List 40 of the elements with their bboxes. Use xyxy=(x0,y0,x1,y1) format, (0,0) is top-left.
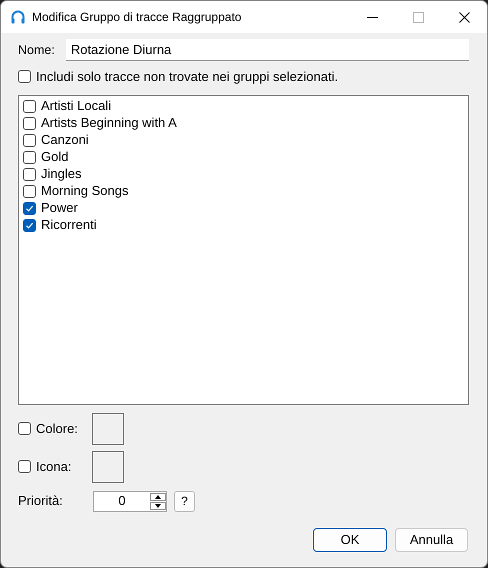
name-field[interactable]: Rotazione Diurna xyxy=(66,39,469,61)
icon-swatch[interactable] xyxy=(92,450,124,482)
close-icon xyxy=(458,12,470,22)
checkbox[interactable] xyxy=(18,70,31,84)
checkbox[interactable] xyxy=(23,150,36,164)
option-label: Colore: xyxy=(36,420,78,438)
list-item-label: Morning Songs xyxy=(41,182,128,200)
option-label: Icona: xyxy=(36,458,72,476)
option-label: Includi solo tracce non trovate nei gruppi selezionati. xyxy=(36,68,338,86)
checkbox[interactable] xyxy=(23,134,36,146)
checkbox[interactable] xyxy=(23,168,36,180)
list-item-label: Artists Beginning with A xyxy=(41,114,177,132)
checkbox[interactable] xyxy=(23,202,36,214)
list-item-label: Power xyxy=(41,199,78,218)
up-arrow-icon xyxy=(155,494,161,498)
maximize-icon xyxy=(412,12,424,22)
cancel-button[interactable]: Annulla xyxy=(395,528,468,552)
checkbox[interactable] xyxy=(18,460,31,473)
field-label: Nome: xyxy=(18,42,55,59)
checkbox[interactable] xyxy=(23,184,36,198)
help-button[interactable]: ? xyxy=(174,490,195,512)
window-title: Modifica Gruppo di tracce Raggruppato xyxy=(32,9,242,26)
field-label: Priorità: xyxy=(18,492,64,510)
checkbox[interactable] xyxy=(18,422,31,435)
list-item-label: Artisti Locali xyxy=(41,97,112,116)
down-arrow-icon xyxy=(155,504,161,508)
number-spinner[interactable]: 0 xyxy=(93,490,167,512)
list-item-label: Canzoni xyxy=(41,131,89,150)
color-swatch[interactable] xyxy=(92,412,124,444)
checkbox[interactable] xyxy=(23,100,36,112)
list-item-label: Gold xyxy=(41,148,68,166)
spin-up-button[interactable] xyxy=(150,492,166,500)
checkbox[interactable] xyxy=(23,116,36,130)
number-field[interactable]: 0 xyxy=(94,492,150,510)
checkbox[interactable] xyxy=(23,218,36,232)
list-item-label: Jingles xyxy=(41,165,82,184)
headphones-icon xyxy=(10,9,26,25)
list-item-label: Ricorrenti xyxy=(41,216,97,234)
spin-down-button[interactable] xyxy=(150,502,166,510)
ok-button[interactable]: OK xyxy=(313,528,387,552)
